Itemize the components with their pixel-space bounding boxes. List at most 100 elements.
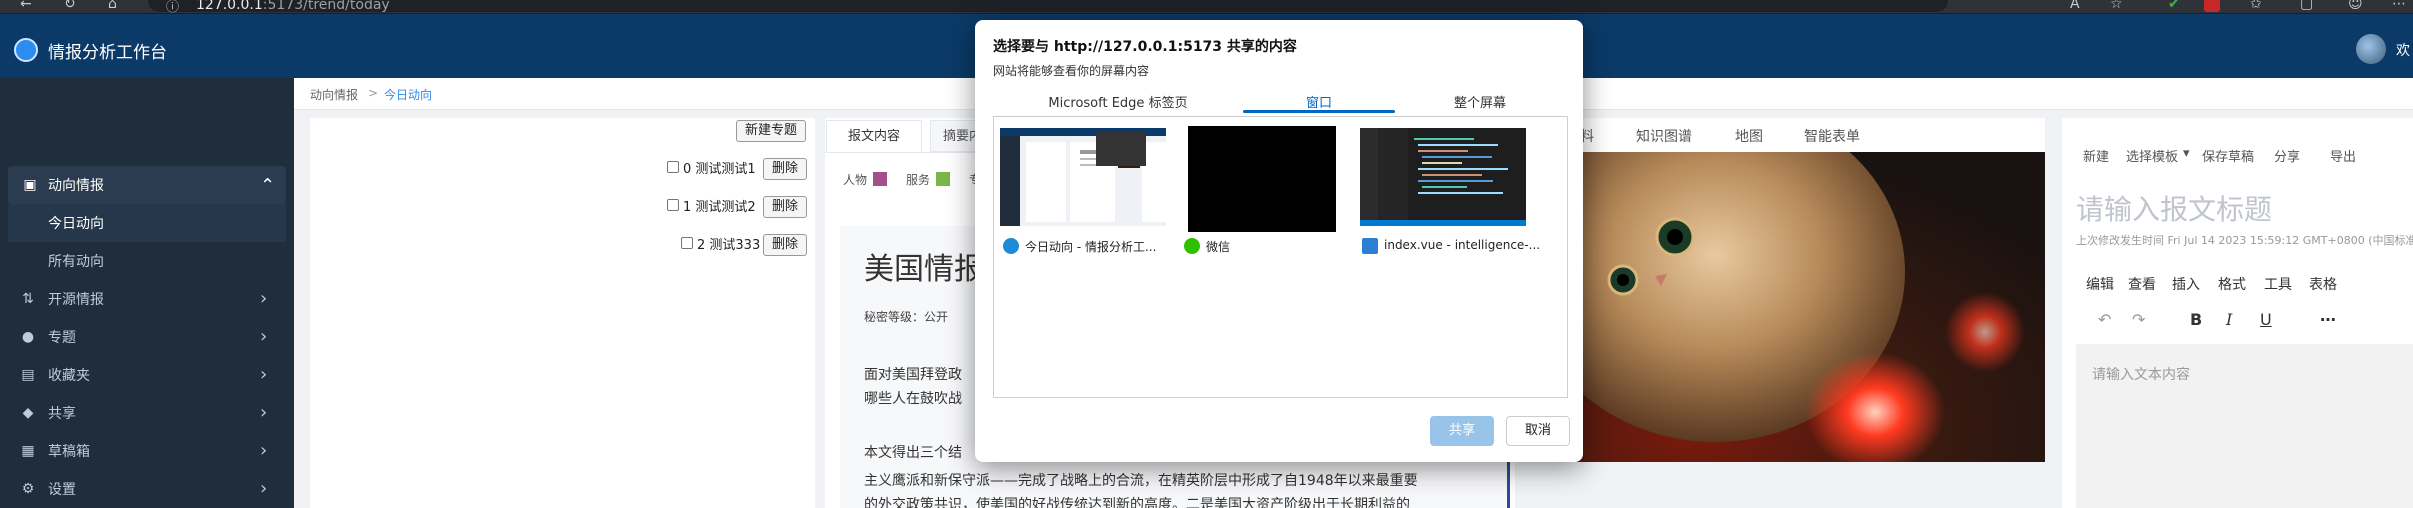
info-icon[interactable]: ⓘ: [166, 0, 179, 15]
topic-checkbox[interactable]: [667, 161, 679, 173]
arrows-icon: ⇅: [22, 291, 34, 307]
more-icon[interactable]: ⋯: [2320, 310, 2336, 329]
window-thumbnail-browser[interactable]: [1000, 128, 1166, 226]
sidebar-subitem-today[interactable]: 今日动向: [8, 204, 286, 242]
template-select[interactable]: 选择模板: [2126, 146, 2178, 165]
avatar[interactable]: [2356, 34, 2386, 64]
paragraph-line: 本文得出三个结: [864, 445, 962, 461]
user-name[interactable]: 欢: [2396, 40, 2410, 60]
tab-map[interactable]: 地图: [1735, 126, 1763, 146]
dialog-title: 选择要与 http://127.0.0.1:5173 共享的内容: [993, 39, 1297, 55]
extension-red-icon[interactable]: [2204, 0, 2220, 12]
topic-item-label: 1 测试测试2: [683, 200, 756, 215]
paragraph-line: 主义鹰派和新保守派——完成了战略上的合流，在精英阶层中形成了自1948年以来最重…: [864, 473, 1418, 489]
menu-view[interactable]: 查看: [2128, 274, 2156, 294]
sidebar-item-share[interactable]: ◆ 共享 ›: [0, 394, 294, 432]
bold-icon[interactable]: B: [2190, 310, 2202, 329]
save-draft-button[interactable]: 保存草稿: [2202, 146, 2254, 165]
cat-image: [1545, 152, 2045, 462]
italic-icon[interactable]: I: [2226, 310, 2232, 329]
title-input[interactable]: 请输入报文标题: [2076, 188, 2272, 228]
legend-label: 人物: [843, 173, 868, 187]
delete-button[interactable]: 删除: [763, 158, 808, 180]
secret-level: 秘密等级：公开: [864, 310, 949, 324]
window-thumbnail-vscode[interactable]: [1360, 128, 1526, 226]
sidebar-item-favorites[interactable]: ▤ 收藏夹 ›: [0, 356, 294, 394]
sidebar-item-label: 开源情报: [48, 292, 104, 308]
cancel-button[interactable]: 取消: [1506, 416, 1570, 446]
window-thumbnail-wechat[interactable]: [1188, 126, 1336, 232]
sidebar-item-drafts[interactable]: ▦ 草稿箱 ›: [0, 432, 294, 470]
share-confirm-button[interactable]: 共享: [1430, 416, 1494, 446]
menu-format[interactable]: 格式: [2218, 274, 2246, 294]
sidebar-item-label: 设置: [48, 482, 76, 498]
window-label: 微信: [1206, 240, 1231, 254]
active-tab-indicator: [1243, 110, 1395, 113]
underline-icon[interactable]: U: [2260, 310, 2272, 329]
new-button[interactable]: 新建: [2083, 146, 2109, 165]
extension-icon[interactable]: ✔: [2168, 0, 2180, 12]
topic-checkbox[interactable]: [681, 237, 693, 249]
chevron-right-icon: ›: [260, 288, 268, 309]
redo-icon[interactable]: ↷: [2132, 310, 2145, 329]
breadcrumb-current: 今日动向: [384, 88, 433, 102]
undo-icon[interactable]: ↶: [2098, 310, 2111, 329]
sidebar-subitem-all[interactable]: 所有动向: [8, 242, 286, 280]
url-text[interactable]: 127.0.0.1:5173/trend/today: [196, 0, 390, 13]
tab-knowledge-graph[interactable]: 知识图谱: [1636, 126, 1692, 146]
vscode-icon: [1362, 238, 1378, 254]
share-button[interactable]: 分享: [2274, 146, 2300, 165]
topic-item-label: 0 测试测试1: [683, 162, 756, 177]
new-topic-button[interactable]: 新建专题: [736, 120, 807, 142]
right-tabs: [1540, 118, 2045, 154]
menu-edit[interactable]: 编辑: [2086, 274, 2114, 294]
tab-smart-form[interactable]: 智能表单: [1804, 126, 1860, 146]
gear-icon: ⚙: [21, 481, 35, 497]
breadcrumb-item[interactable]: 动向情报: [310, 86, 358, 103]
url-path: :5173/trend/today: [262, 0, 390, 13]
chevron-right-icon: ›: [260, 440, 268, 461]
tab-entire-screen[interactable]: 整个屏幕: [1353, 92, 1607, 111]
back-icon[interactable]: ←: [20, 0, 32, 12]
paragraph-line: 哪些人在鼓吹战: [864, 391, 962, 407]
home-icon[interactable]: ⌂: [108, 0, 117, 12]
favorites-bar-icon[interactable]: ✩: [2250, 0, 2262, 12]
cube-icon: ◆: [22, 405, 34, 421]
breadcrumb-separator: >: [368, 86, 379, 100]
menu-insert[interactable]: 插入: [2172, 274, 2200, 294]
favorite-icon[interactable]: ☆: [2110, 0, 2123, 12]
delete-button[interactable]: 删除: [763, 234, 808, 256]
collections-icon[interactable]: ▢: [2300, 0, 2313, 12]
box-icon: ▦: [21, 443, 35, 459]
sidebar: ▣ 动向情报 ⌄ 今日动向 所有动向 ⇅ 开源情报 › ● 专题 › ▤ 收藏夹…: [0, 78, 294, 508]
wechat-icon: [1184, 238, 1200, 254]
sidebar-item-opensource[interactable]: ⇅ 开源情报 ›: [0, 280, 294, 318]
chevron-down-icon[interactable]: ▾: [2183, 146, 2190, 161]
menu-table[interactable]: 表格: [2309, 274, 2337, 294]
read-aloud-icon[interactable]: A: [2070, 0, 2080, 12]
legend-label: 服务: [906, 173, 931, 187]
paragraph-line: 的外交政策共识，使美国的好战传统达到新的高度。二是美国大资产阶级出于长期利益的: [864, 497, 1410, 508]
refresh-icon[interactable]: ↻: [64, 0, 76, 12]
sidebar-item-label: 动向情报: [48, 178, 104, 194]
sidebar-item-topic[interactable]: ● 专题 ›: [0, 318, 294, 356]
sidebar-item-label: 共享: [48, 406, 76, 422]
topic-checkbox[interactable]: [667, 199, 679, 211]
menu-tools[interactable]: 工具: [2264, 274, 2292, 294]
url-host: 127.0.0.1: [196, 0, 263, 13]
user-circle-icon: ●: [21, 329, 35, 345]
export-button[interactable]: 导出: [2330, 146, 2356, 165]
address-bar[interactable]: [148, 0, 1948, 12]
delete-button[interactable]: 删除: [763, 196, 808, 218]
sidebar-item-settings[interactable]: ⚙ 设置 ›: [0, 470, 294, 508]
legend-swatch: [873, 172, 887, 186]
chevron-right-icon: ›: [260, 478, 268, 499]
app-title: 情报分析工作台: [48, 43, 167, 63]
tab-content[interactable]: 报文内容: [826, 120, 922, 152]
window-label: index.vue - intelligence-...: [1384, 238, 1541, 252]
profile-icon[interactable]: ☺: [2348, 0, 2363, 12]
menu-icon[interactable]: ⋯: [2392, 0, 2406, 12]
sidebar-subitem-label: 今日动向: [48, 216, 104, 232]
document-icon: ▤: [21, 367, 35, 383]
sidebar-item-dynamic[interactable]: ▣ 动向情报 ⌄: [8, 166, 286, 204]
